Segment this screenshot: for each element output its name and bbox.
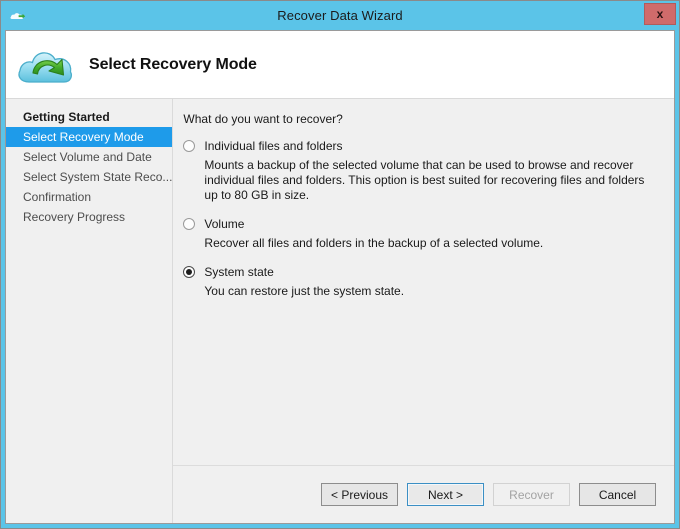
radio-row-volume[interactable]: Volume — [183, 217, 656, 231]
window-title: Recover Data Wizard — [277, 8, 403, 23]
sidebar-item-getting-started[interactable]: Getting Started — [6, 107, 172, 127]
recovery-option-individual-files: Individual files and folders Mounts a ba… — [183, 139, 656, 203]
recover-button: Recover — [493, 483, 570, 506]
radio-description-system-state: You can restore just the system state. — [204, 284, 405, 298]
question-label: What do you want to recover? — [183, 112, 343, 126]
sidebar-item-select-recovery-mode[interactable]: Select Recovery Mode — [6, 127, 173, 147]
radio-description-volume: Recover all files and folders in the bac… — [204, 236, 544, 250]
recovery-option-volume: Volume Recover all files and folders in … — [183, 217, 656, 251]
next-button[interactable]: Next > — [407, 483, 484, 506]
radio-individual-files[interactable] — [183, 140, 196, 152]
radio-label-system-state: System state — [204, 265, 274, 279]
radio-row-individual-files[interactable]: Individual files and folders — [183, 139, 656, 153]
previous-button[interactable]: < Previous — [321, 483, 398, 506]
page-title: Select Recovery Mode — [89, 55, 257, 73]
radio-volume[interactable] — [183, 218, 196, 230]
cloud-icon — [10, 9, 26, 22]
radio-system-state[interactable] — [183, 266, 196, 278]
radio-label-volume: Volume — [204, 217, 245, 231]
wizard-button-bar: < Previous Next > Recover Cancel — [173, 465, 674, 523]
cloud-restore-icon — [16, 40, 78, 90]
sidebar-item-select-system-state-recovery[interactable]: Select System State Reco... — [6, 167, 172, 187]
title-bar[interactable]: Recover Data Wizard x — [1, 1, 679, 30]
radio-label-individual-files: Individual files and folders — [204, 139, 343, 153]
radio-description-individual-files: Mounts a backup of the selected volume t… — [204, 158, 645, 202]
wizard-body: Getting Started Select Recovery Mode Sel… — [6, 98, 674, 523]
cancel-button[interactable]: Cancel — [579, 483, 656, 506]
wizard-steps-sidebar: Getting Started Select Recovery Mode Sel… — [6, 99, 174, 523]
client-area: Select Recovery Mode Getting Started Sel… — [5, 30, 675, 524]
sidebar-item-recovery-progress[interactable]: Recovery Progress — [6, 207, 172, 227]
sidebar-item-select-volume-and-date[interactable]: Select Volume and Date — [6, 147, 172, 167]
wizard-banner: Select Recovery Mode — [6, 31, 674, 98]
radio-row-system-state[interactable]: System state — [183, 265, 656, 279]
panel-content: What do you want to recover? Individual … — [173, 99, 674, 465]
recovery-option-system-state: System state You can restore just the sy… — [183, 265, 656, 299]
close-button[interactable]: x — [644, 3, 676, 25]
sidebar-item-confirmation[interactable]: Confirmation — [6, 187, 172, 207]
main-panel: What do you want to recover? Individual … — [173, 99, 674, 523]
wizard-window: Recover Data Wizard x Select Recovery Mo… — [0, 0, 680, 529]
